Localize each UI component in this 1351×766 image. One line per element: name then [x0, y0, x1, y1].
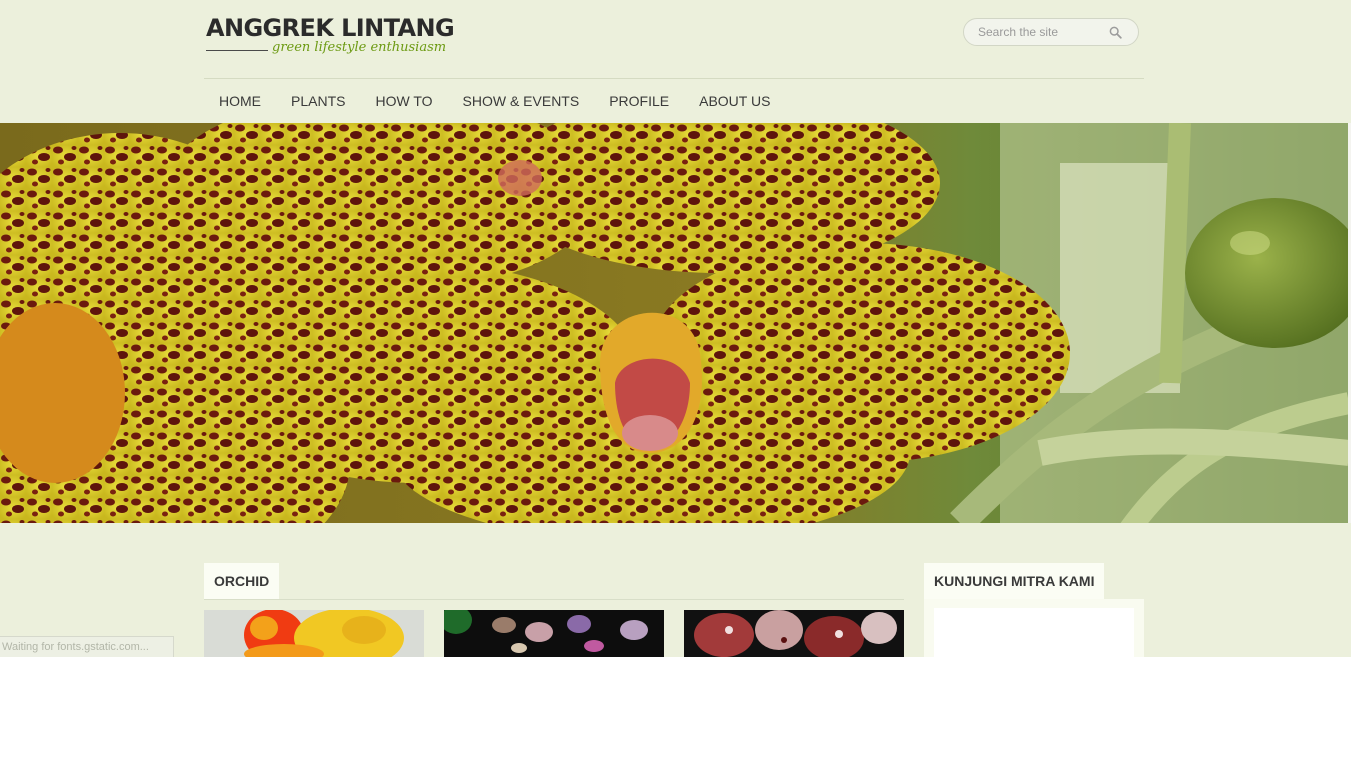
nav-about-us[interactable]: ABOUT US [684, 90, 785, 112]
nav-profile[interactable]: PROFILE [594, 90, 684, 112]
search-input[interactable] [978, 24, 1106, 40]
orchid-thumbnail-image [204, 610, 424, 657]
browser-status-bar: Waiting for fonts.gstatic.com... [0, 636, 174, 657]
nav-how-to[interactable]: HOW TO [360, 90, 447, 112]
search-box [963, 18, 1139, 46]
orchid-thumbnail[interactable] [204, 610, 424, 657]
site-logo[interactable]: ANGGREK LINTANG green lifestyle enthusia… [206, 14, 455, 60]
site-title[interactable]: ANGGREK LINTANG [206, 14, 455, 42]
magnifier-icon[interactable] [1109, 26, 1122, 39]
tagline-rule [206, 50, 268, 51]
main-nav: HOME PLANTS HOW TO SHOW & EVENTS PROFILE… [204, 90, 785, 112]
nav-show-events[interactable]: SHOW & EVENTS [448, 90, 595, 112]
nav-home[interactable]: HOME [204, 90, 276, 112]
nav-plants[interactable]: PLANTS [276, 90, 360, 112]
orchid-thumbnail[interactable] [444, 610, 664, 657]
section-divider [204, 599, 904, 600]
tagline-row: green lifestyle enthusiasm [206, 40, 454, 60]
section-title-orchid: ORCHID [204, 563, 280, 599]
page-viewport: ANGGREK LINTANG green lifestyle enthusia… [0, 0, 1351, 657]
orchid-thumbnail-image [684, 610, 904, 657]
hero-orchid-banner [0, 123, 1349, 523]
sidebar-widget-title: KUNJUNGI MITRA KAMI [924, 563, 1105, 599]
unrendered-area [0, 657, 1351, 766]
orchid-thumbnail-image [444, 610, 664, 657]
sidebar-widget-content [934, 608, 1134, 657]
header-divider [204, 78, 1144, 79]
orchid-photo [0, 123, 1349, 523]
orchid-thumbnail[interactable] [684, 610, 904, 657]
site-tagline: green lifestyle enthusiasm [272, 40, 447, 55]
